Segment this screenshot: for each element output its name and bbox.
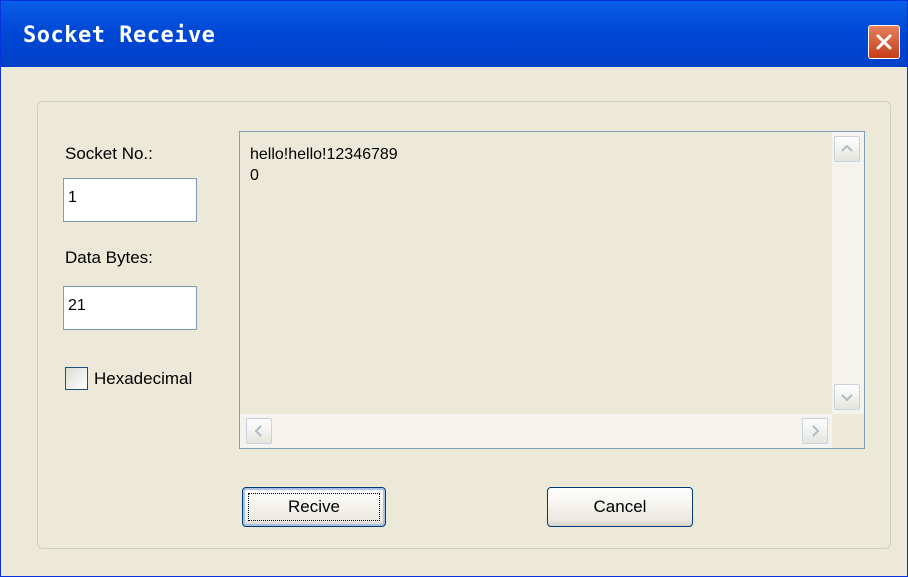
data-bytes-input[interactable]: 21 <box>63 286 197 330</box>
vertical-scrollbar[interactable] <box>832 132 864 414</box>
socket-no-label: Socket No.: <box>65 144 153 163</box>
receive-button[interactable]: Recive <box>242 487 386 527</box>
title-bar[interactable]: Socket Receive <box>1 1 907 67</box>
chevron-down-icon <box>841 394 853 402</box>
focus-rectangle <box>248 493 380 521</box>
socket-receive-dialog: Socket Receive Socket No.: 1 Data Bytes:… <box>0 0 908 577</box>
close-button[interactable] <box>868 25 900 59</box>
received-data-text: hello!hello!12346789 0 <box>250 146 398 184</box>
cancel-button-label: Cancel <box>593 497 647 516</box>
hexadecimal-label[interactable]: Hexadecimal <box>94 369 192 389</box>
cancel-button[interactable]: Cancel <box>547 487 693 527</box>
close-icon <box>876 34 892 50</box>
chevron-right-icon <box>812 425 820 437</box>
hexadecimal-checkbox[interactable] <box>65 367 88 390</box>
horizontal-scrollbar[interactable] <box>240 414 832 448</box>
scroll-right-button[interactable] <box>802 418 828 444</box>
chevron-left-icon <box>254 425 262 437</box>
data-bytes-label: Data Bytes: <box>65 248 153 267</box>
socket-no-input[interactable]: 1 <box>63 178 197 222</box>
scroll-down-button[interactable] <box>834 384 860 410</box>
scrollbar-corner <box>832 414 864 448</box>
scroll-up-button[interactable] <box>834 136 860 162</box>
received-data-textarea[interactable]: hello!hello!12346789 0 <box>239 131 865 449</box>
chevron-up-icon <box>841 144 853 152</box>
scroll-left-button[interactable] <box>246 418 272 444</box>
window-title: Socket Receive <box>23 23 216 48</box>
